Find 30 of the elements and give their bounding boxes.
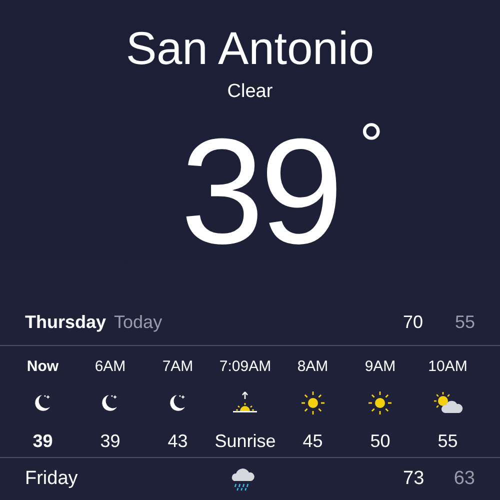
hour-temperature: 50: [370, 430, 390, 452]
rain-icon: [230, 466, 256, 492]
low-temperature: 55: [454, 312, 475, 333]
high-temperature: 70: [403, 312, 424, 333]
hour-temperature: 43: [168, 430, 188, 452]
current-temperature: 39: [180, 107, 340, 275]
hour-time: 8AM: [297, 358, 328, 376]
hour-time: Now: [26, 358, 59, 376]
hour-temperature: 39: [32, 430, 53, 452]
hour-temperature: 39: [100, 430, 120, 452]
sunrise-icon: [232, 391, 258, 416]
hour-time: 9AM: [364, 358, 396, 376]
sun-icon: [368, 391, 392, 416]
day-name: Friday: [25, 468, 79, 490]
hour-time: 7AM: [162, 358, 194, 376]
low-temperature: 63: [453, 468, 475, 490]
high-temperature: 73: [403, 468, 426, 490]
hour-temperature: Sunrise: [214, 430, 276, 452]
hour-temperature: 55: [438, 430, 458, 452]
weather-condition: Clear: [227, 80, 273, 104]
day-name: Thursday: [25, 312, 106, 333]
city-name: San Antonio: [126, 21, 374, 76]
hour-time: 10AM: [428, 358, 468, 376]
degree-sign: °: [359, 110, 384, 180]
partly-cloudy-icon: [432, 391, 463, 416]
today-label: Today: [114, 312, 162, 333]
hour-temperature: 45: [302, 430, 323, 452]
sun-icon: [300, 391, 325, 416]
hour-time: 6AM: [94, 358, 126, 376]
hour-time: 7:09AM: [219, 358, 272, 376]
